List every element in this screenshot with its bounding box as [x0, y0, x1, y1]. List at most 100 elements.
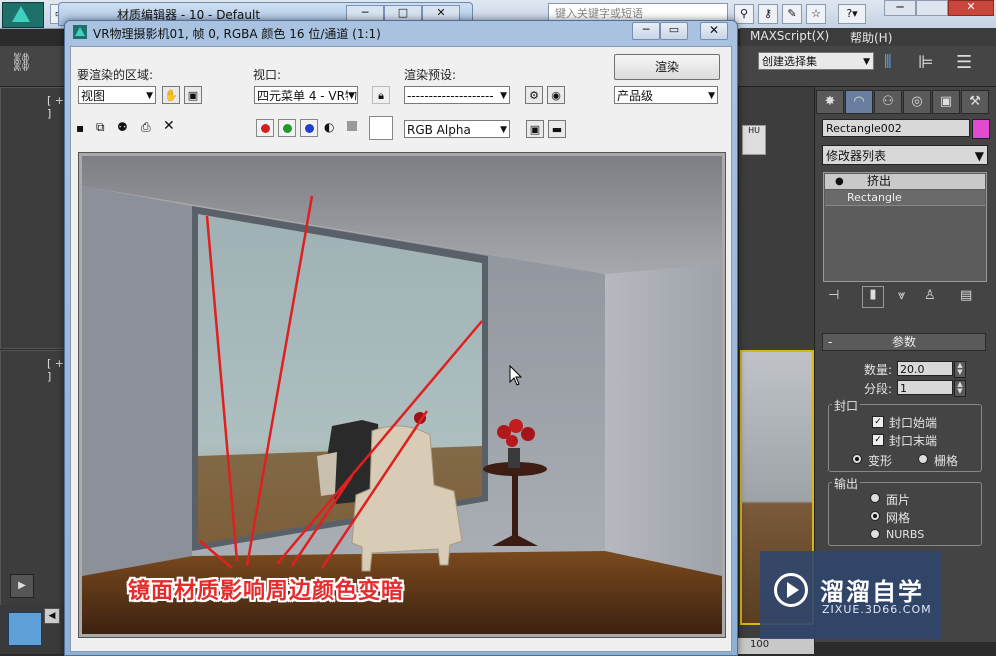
toggle-ui-overlay-icon[interactable]: ▣ [526, 120, 544, 138]
render-preset-value: -------------------- [407, 89, 494, 103]
cap-start-checkbox[interactable]: ✓ [872, 416, 884, 428]
object-name-field[interactable]: Rectangle002 [822, 119, 970, 137]
motion-tab-icon[interactable]: ◎ [903, 90, 931, 114]
viewport-top-left[interactable]: [ + ] [0, 87, 70, 349]
link-icon[interactable]: ⛓ [10, 52, 36, 78]
grid-radio[interactable] [918, 454, 928, 464]
cap-end-checkbox[interactable]: ✓ [872, 434, 884, 446]
blue-channel-icon [305, 124, 314, 133]
blue-channel-button[interactable] [300, 119, 318, 137]
selection-set-dropdown[interactable]: 创建选择集 ▼ [758, 52, 874, 70]
vfb-close-button[interactable]: ✕ [700, 22, 728, 40]
remove-modifier-icon[interactable]: ♙ [924, 288, 936, 303]
favorites-star-icon[interactable]: ☆ [806, 4, 826, 24]
viewport-bottom-left[interactable]: [ + ] [0, 350, 70, 607]
cap-end-label: 封口末端 [889, 434, 938, 448]
mesh-radio[interactable] [870, 511, 880, 521]
annotation-caption: 镜面材质影响周边颜色变暗 [128, 579, 405, 604]
viewport-dropdown[interactable]: 四元菜单 4 - VR物 ▼ [254, 86, 358, 104]
modifier-stack[interactable]: ● 挤出 Rectangle [823, 172, 987, 282]
object-color-swatch[interactable] [972, 119, 990, 139]
lightbulb-icon[interactable]: ● [835, 174, 844, 189]
vfb-minimize-button[interactable]: ─ [632, 22, 660, 40]
auto-region-icon[interactable]: ▣ [184, 86, 202, 104]
vfb-maximize-button[interactable]: ▭ [660, 22, 688, 40]
align-icon[interactable]: ⊫ [918, 52, 940, 76]
menu-maxscript[interactable]: MAXScript(X) [750, 29, 829, 43]
patch-radio[interactable] [870, 493, 880, 503]
pin-stack-icon[interactable]: ⊣ [828, 288, 839, 303]
hierarchy-tab-icon[interactable]: ⚇ [874, 90, 902, 114]
scroll-left-icon[interactable]: ◀ [44, 608, 60, 624]
app-logo-icon[interactable] [2, 2, 44, 28]
display-tab-icon[interactable]: ▣ [932, 90, 960, 114]
modifier-list-dropdown[interactable]: 修改器列表 ▼ [822, 145, 988, 165]
watermark-play-logo-icon [774, 573, 808, 607]
stack-item-label: 挤出 [867, 174, 892, 188]
app-close-button[interactable]: ✕ [948, 0, 994, 16]
toggle-ui-icon[interactable]: ▬ [548, 120, 566, 138]
edit-region-icon[interactable]: ✋ [162, 86, 180, 104]
amount-label: 数量: [864, 363, 893, 377]
key-icon[interactable]: ⚷ [758, 4, 778, 24]
create-tab-icon[interactable]: ✸ [816, 90, 844, 114]
color-swatch[interactable] [369, 116, 393, 140]
render-preset-dropdown[interactable]: -------------------- ▼ [404, 86, 510, 104]
rose [521, 427, 535, 441]
environment-icon[interactable]: ◉ [547, 86, 565, 104]
utilities-tab-icon[interactable]: ⚒ [961, 90, 989, 114]
mesh-label: 网格 [886, 511, 911, 525]
clone-frame-icon[interactable]: ⚉ [117, 120, 128, 134]
red-channel-button[interactable] [256, 119, 274, 137]
render-image [82, 156, 722, 634]
left-wall [82, 186, 192, 576]
segments-spinner-arrows[interactable]: ▲ ▼ [954, 380, 966, 397]
lock-icon[interactable]: 🔒︎ [372, 86, 390, 104]
render-quality-dropdown[interactable]: 产品级 ▼ [614, 86, 718, 104]
nurbs-radio[interactable] [870, 529, 880, 539]
collapse-icon: - [828, 335, 833, 349]
modifier-list-label: 修改器列表 [826, 149, 887, 163]
show-end-result-icon[interactable]: ▮ [862, 286, 884, 308]
binoculars-icon[interactable]: ⚲ [734, 4, 754, 24]
configure-sets-icon[interactable]: ▤ [960, 288, 972, 303]
area-to-render-dropdown[interactable]: 视图 ▼ [78, 86, 156, 104]
render-setup-icon[interactable]: ⚙ [525, 86, 543, 104]
green-channel-button[interactable] [278, 119, 296, 137]
print-icon[interactable]: ⎙ [141, 120, 151, 135]
app-minimize-button[interactable]: ─ [884, 0, 916, 16]
layer-icon[interactable]: ☰ [956, 52, 980, 76]
make-unique-icon[interactable]: ⩔ [898, 288, 905, 303]
modify-tab-icon[interactable]: ◠ [845, 90, 873, 114]
channel-value: RGB Alpha [407, 123, 471, 137]
amount-spinner-arrows[interactable]: ▲ ▼ [954, 361, 966, 378]
amount-spinner[interactable]: 20.0 [897, 361, 953, 376]
rose [509, 419, 523, 433]
play-icon[interactable]: ▶ [10, 574, 34, 598]
segments-spinner[interactable]: 1 [897, 380, 953, 395]
render-button[interactable]: 渲染 [614, 54, 720, 80]
parameters-rollout-header[interactable]: - 参数 [822, 333, 986, 351]
viewport-layout-icon[interactable] [8, 612, 42, 646]
cap-start-label: 封口始端 [889, 416, 938, 430]
vase [508, 448, 520, 468]
menu-bar: MAXScript(X) 帮助(H) [740, 28, 996, 46]
time-ruler[interactable]: 100 [738, 638, 814, 654]
capping-group-label: 封口 [832, 397, 861, 414]
stack-item-extrude[interactable]: ● 挤出 [825, 174, 985, 189]
help-icon[interactable]: ?▾ [838, 4, 866, 24]
app-maximize-button[interactable] [916, 0, 948, 16]
subscribe-icon[interactable]: ✎ [782, 4, 802, 24]
save-image-icon[interactable]: ▪ [76, 121, 84, 135]
clear-icon[interactable]: ✕ [163, 118, 175, 134]
stack-item-rectangle[interactable]: Rectangle [825, 190, 985, 206]
alpha-channel-icon[interactable]: ◐ [324, 120, 334, 134]
menu-help[interactable]: 帮助(H) [850, 29, 892, 46]
copy-image-icon[interactable]: ⧉ [96, 120, 105, 135]
mirror-icon[interactable]: ⫴ [884, 52, 906, 76]
area-to-render-value: 视图 [81, 89, 106, 103]
channel-dropdown[interactable]: RGB Alpha ▼ [404, 120, 510, 138]
morph-radio[interactable] [852, 454, 862, 464]
monochrome-icon[interactable] [347, 121, 357, 131]
rose [506, 435, 518, 447]
